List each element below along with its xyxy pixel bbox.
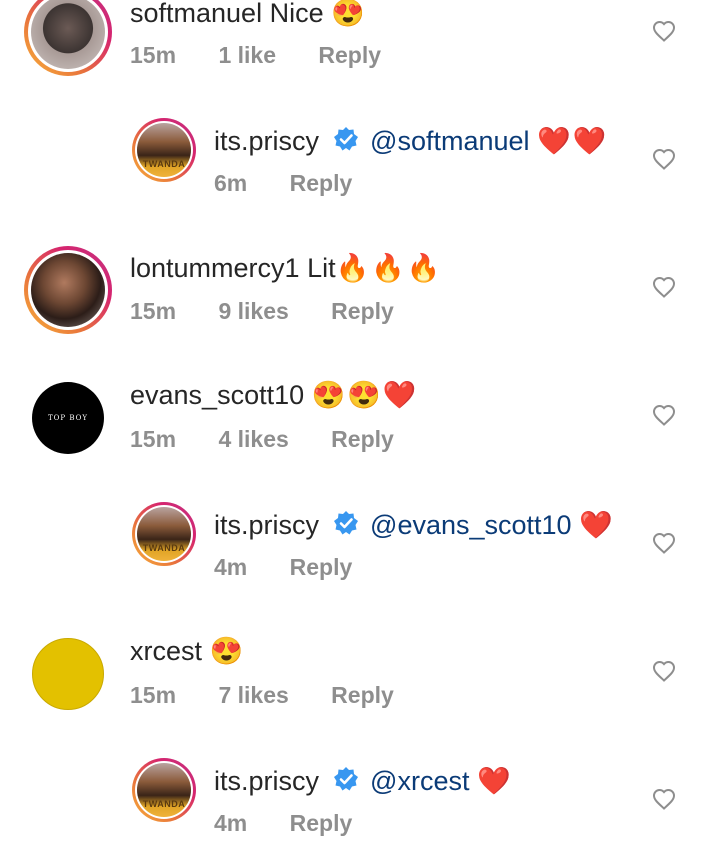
avatar[interactable] <box>24 246 112 334</box>
reply-button[interactable]: Reply <box>318 42 381 68</box>
verified-badge-icon <box>333 511 358 535</box>
comment-emoji: 😍😍❤️ <box>311 380 419 410</box>
like-heart-icon[interactable] <box>652 20 676 42</box>
likes-count[interactable]: 1 like <box>218 42 276 68</box>
timestamp: 4m <box>214 810 248 836</box>
username[interactable]: evans_scott10 <box>130 380 304 410</box>
likes-count[interactable]: 4 likes <box>218 426 288 452</box>
avatar[interactable]: TWANDA <box>132 758 196 822</box>
like-heart-icon[interactable] <box>652 660 676 682</box>
timestamp: 15m <box>130 426 177 452</box>
username[interactable]: its.priscy <box>214 766 319 796</box>
likes-count[interactable]: 9 likes <box>218 298 288 324</box>
timestamp: 15m <box>130 42 177 68</box>
username[interactable]: xrcest <box>130 636 202 666</box>
comment-emoji: 😍 <box>331 0 367 28</box>
avatar[interactable]: TWANDA <box>132 118 196 182</box>
timestamp: 6m <box>214 170 248 196</box>
mention-link[interactable]: @xrcest <box>370 766 469 796</box>
username[interactable]: its.priscy <box>214 126 319 156</box>
reply-button[interactable]: Reply <box>331 298 394 324</box>
avatar[interactable] <box>32 638 104 710</box>
username[interactable]: lontummercy1 <box>130 253 300 283</box>
timestamp: 15m <box>130 298 177 324</box>
verified-badge-icon <box>333 767 358 791</box>
timestamp: 4m <box>214 554 248 580</box>
comment-emoji: ❤️❤️ <box>537 126 609 156</box>
comment-emoji: ❤️ <box>476 766 513 796</box>
comment-emoji: ❤️ <box>579 510 615 540</box>
reply-button[interactable]: Reply <box>290 810 353 836</box>
reply-button[interactable]: Reply <box>290 554 353 580</box>
like-heart-icon[interactable] <box>652 788 676 810</box>
like-heart-icon[interactable] <box>652 532 676 554</box>
like-heart-icon[interactable] <box>652 148 676 170</box>
timestamp: 15m <box>130 682 177 708</box>
username[interactable]: its.priscy <box>214 510 319 540</box>
avatar[interactable] <box>24 0 112 76</box>
like-heart-icon[interactable] <box>652 404 676 426</box>
reply-button[interactable]: Reply <box>331 682 394 708</box>
comment-text: Lit <box>307 253 336 283</box>
comment-emoji: 🔥🔥🔥 <box>335 253 443 283</box>
verified-badge-icon <box>333 127 358 151</box>
username[interactable]: softmanuel <box>130 0 262 28</box>
mention-link[interactable]: @softmanuel <box>370 126 529 156</box>
mention-link[interactable]: @evans_scott10 <box>370 510 572 540</box>
likes-count[interactable]: 7 likes <box>218 682 288 708</box>
reply-button[interactable]: Reply <box>290 170 353 196</box>
reply-button[interactable]: Reply <box>331 426 394 452</box>
comment-emoji: 😍 <box>209 636 246 666</box>
avatar[interactable]: TWANDA <box>132 502 196 566</box>
like-heart-icon[interactable] <box>652 276 676 298</box>
comment-text: Nice <box>269 0 324 28</box>
avatar[interactable]: TOP BOY <box>32 382 104 454</box>
